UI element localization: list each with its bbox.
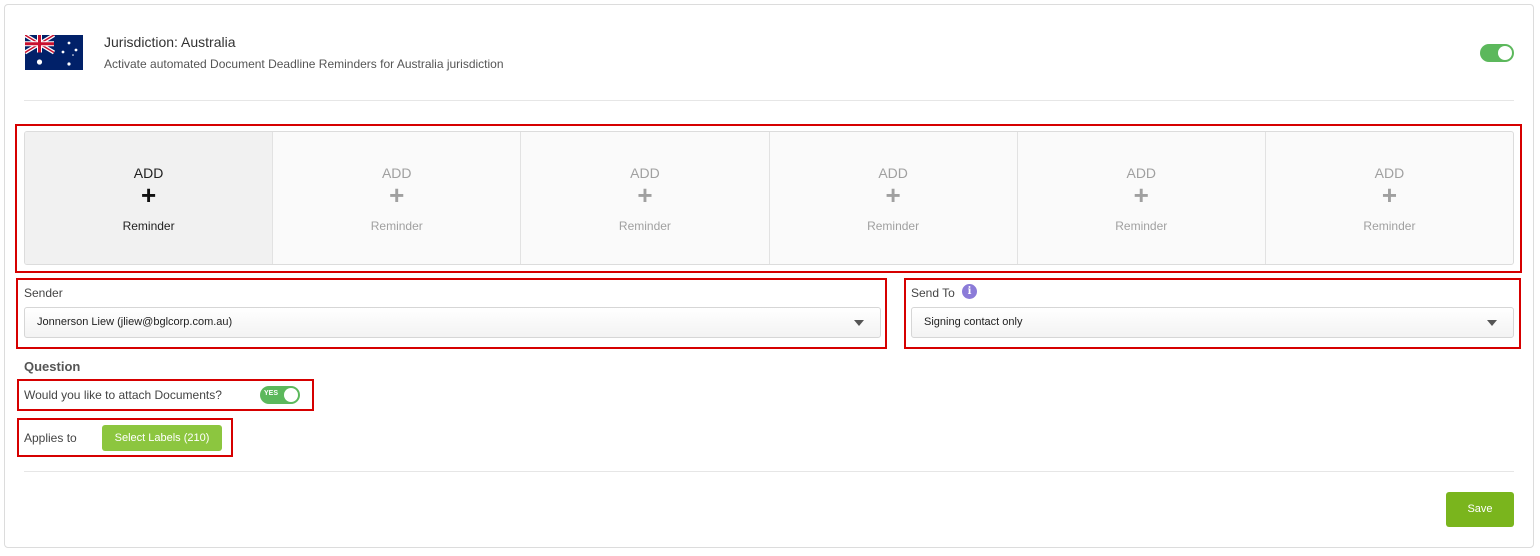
- jurisdiction-title: Jurisdiction: Australia: [104, 34, 236, 50]
- applies-to-label: Applies to: [24, 431, 77, 445]
- caret-down-icon: [1487, 320, 1497, 326]
- question-heading: Question: [24, 359, 81, 374]
- toggle-knob: [1498, 46, 1512, 60]
- send-to-label: Send To: [911, 286, 955, 300]
- jurisdiction-subtitle: Activate automated Document Deadline Rem…: [104, 57, 504, 71]
- footer-divider: [24, 471, 1514, 472]
- sender-label: Sender: [24, 286, 63, 300]
- add-reminder-slot-6[interactable]: ADD + Reminder: [1266, 132, 1513, 264]
- save-button[interactable]: Save: [1446, 492, 1514, 527]
- reminder-label: Reminder: [867, 219, 920, 233]
- send-to-value: Signing contact only: [924, 316, 1023, 328]
- add-text: ADD: [133, 165, 164, 181]
- plus-icon: +: [1133, 180, 1149, 210]
- add-text: ADD: [381, 165, 412, 181]
- add-text: ADD: [630, 165, 660, 181]
- attach-documents-toggle[interactable]: YES: [260, 386, 300, 404]
- header-divider: [24, 100, 1514, 101]
- add-text: ADD: [878, 165, 908, 181]
- toggle-knob: [284, 388, 298, 402]
- add-text: ADD: [1126, 165, 1157, 181]
- reminder-label: Reminder: [122, 219, 175, 233]
- jurisdiction-enable-toggle[interactable]: [1480, 44, 1514, 62]
- reminder-label: Reminder: [1115, 219, 1168, 233]
- add-reminder-slot-1[interactable]: ADD + Reminder: [25, 132, 274, 264]
- select-labels-button[interactable]: Select Labels (210): [102, 425, 222, 451]
- add-text: ADD: [1374, 165, 1405, 181]
- reminder-label: Reminder: [618, 219, 671, 233]
- add-reminder-slot-5[interactable]: ADD + Reminder: [1018, 132, 1266, 264]
- plus-icon: +: [1381, 180, 1398, 210]
- sender-value: Jonnerson Liew (jliew@bglcorp.com.au): [37, 316, 233, 328]
- reminder-settings-card: [4, 4, 1534, 548]
- send-to-select[interactable]: Signing contact only: [911, 307, 1514, 338]
- attach-documents-question: Would you like to attach Documents?: [24, 388, 222, 402]
- plus-icon: +: [885, 180, 901, 210]
- reminder-slots: ADD + Reminder ADD + Reminder ADD + Remi…: [24, 131, 1514, 265]
- caret-down-icon: [854, 320, 864, 326]
- add-reminder-slot-4[interactable]: ADD + Reminder: [770, 132, 1018, 264]
- reminder-label: Reminder: [1363, 219, 1416, 233]
- add-reminder-slot-3[interactable]: ADD + Reminder: [521, 132, 770, 264]
- plus-icon: +: [637, 180, 653, 210]
- sender-select[interactable]: Jonnerson Liew (jliew@bglcorp.com.au): [24, 307, 881, 338]
- toggle-yes-text: YES: [264, 390, 279, 397]
- australia-flag-icon: [25, 35, 83, 70]
- info-icon[interactable]: i: [962, 284, 977, 299]
- add-reminder-slot-2[interactable]: ADD + Reminder: [273, 132, 522, 264]
- reminder-label: Reminder: [370, 219, 423, 233]
- plus-icon: +: [140, 180, 157, 210]
- plus-icon: +: [389, 180, 405, 210]
